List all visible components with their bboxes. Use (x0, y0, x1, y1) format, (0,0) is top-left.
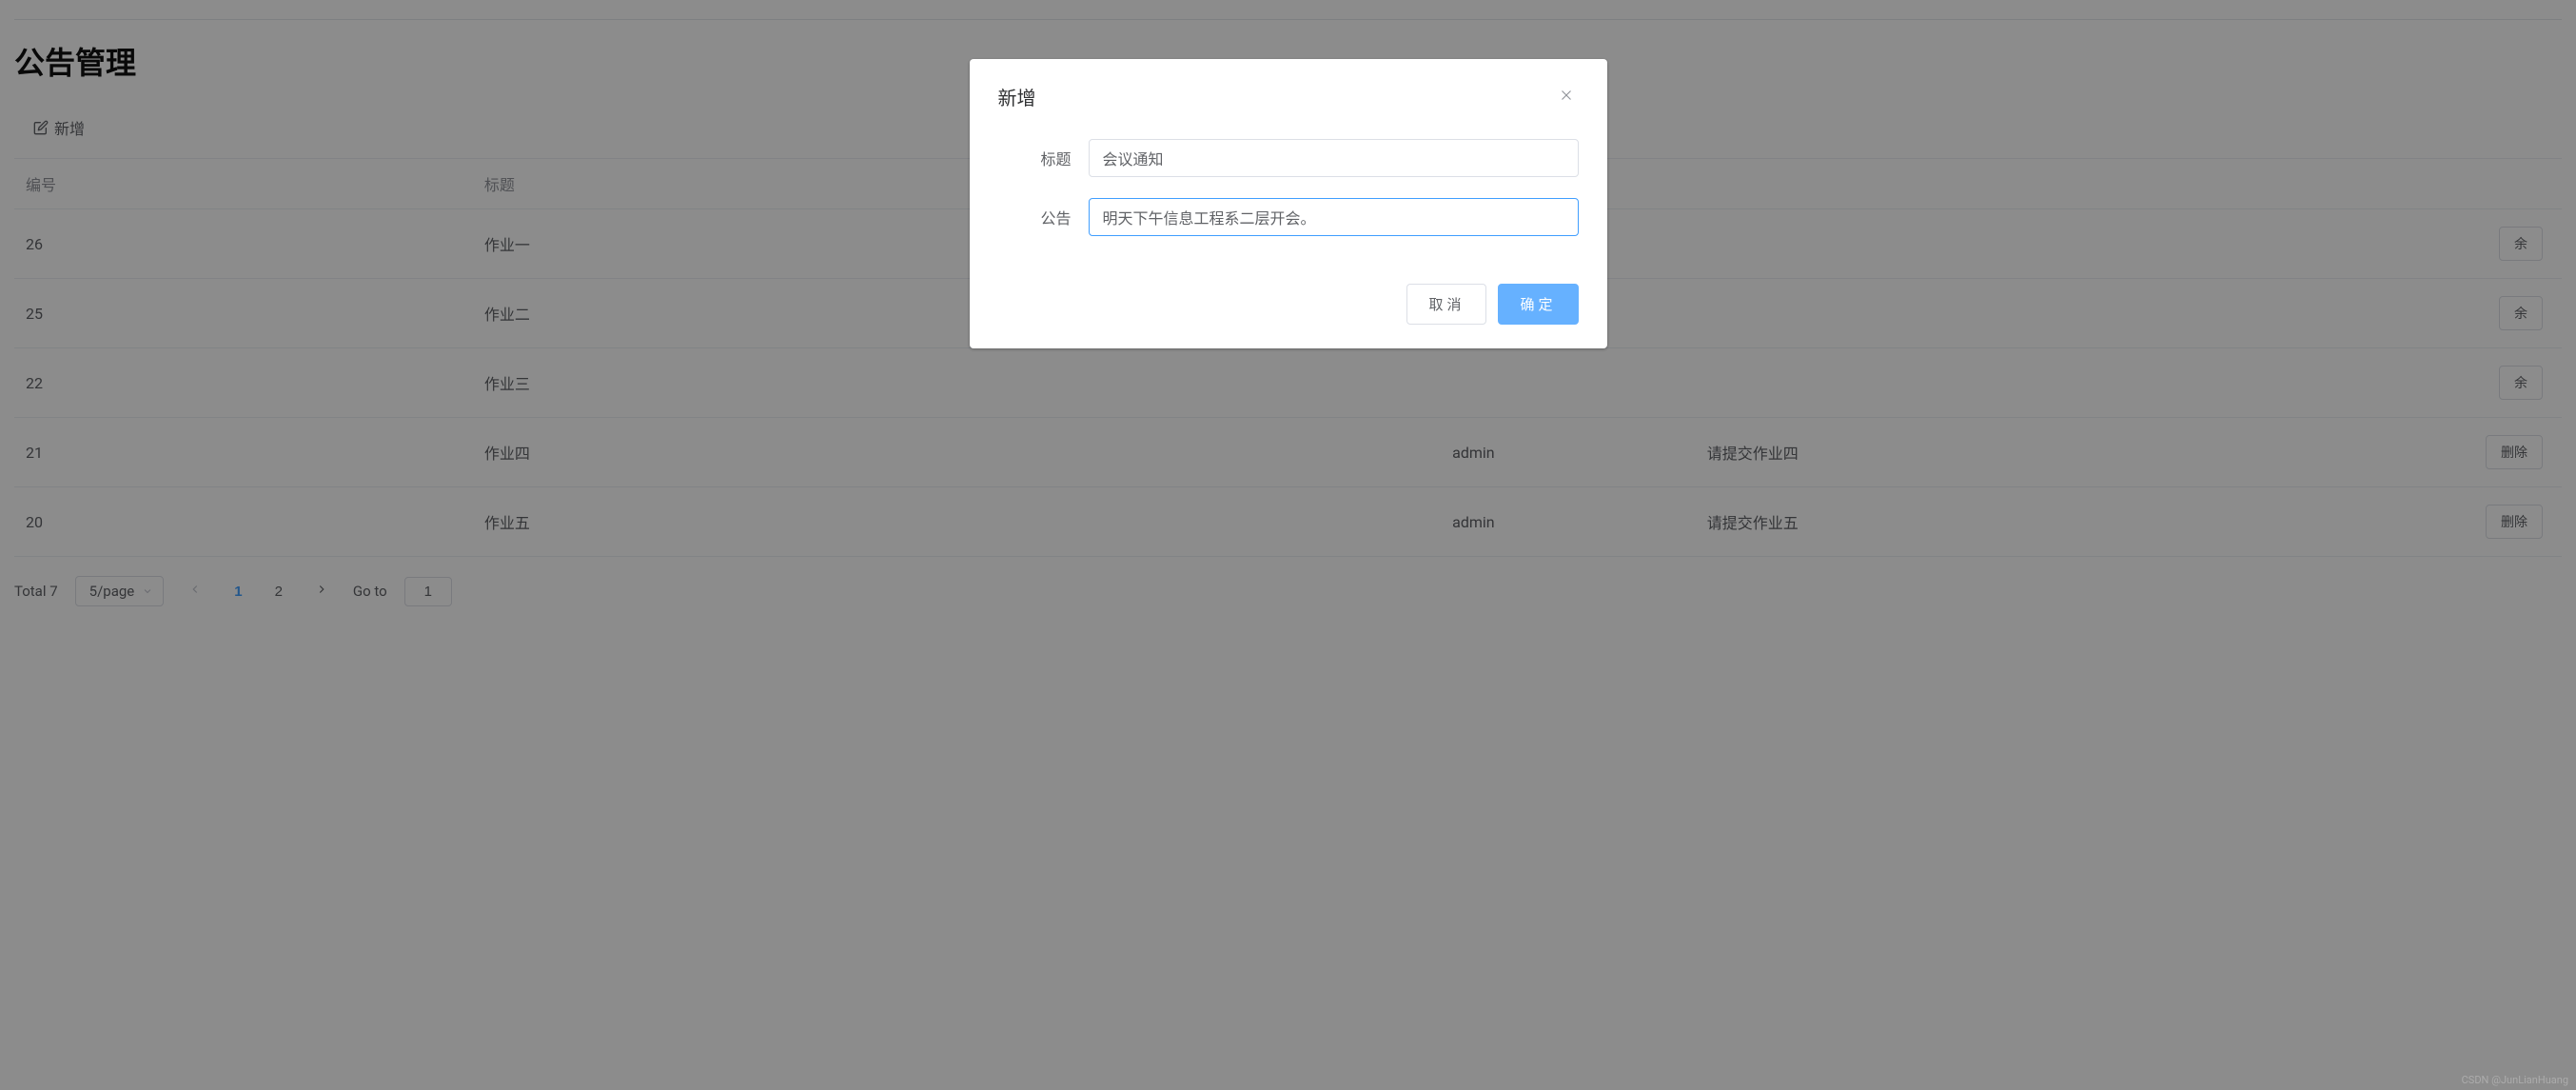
title-input[interactable] (1089, 139, 1579, 177)
content-input[interactable] (1089, 198, 1579, 236)
modal-overlay[interactable]: 新增 标题 公告 取消 确定 (0, 0, 2576, 1090)
form-row-title: 标题 (998, 139, 1579, 177)
title-label: 标题 (998, 147, 1089, 169)
dialog-footer: 取消 确定 (998, 284, 1579, 325)
content-label: 公告 (998, 206, 1089, 228)
close-icon (1558, 87, 1575, 104)
dialog-title: 新增 (998, 83, 1036, 110)
confirm-button[interactable]: 确定 (1498, 284, 1578, 325)
add-dialog: 新增 标题 公告 取消 确定 (970, 59, 1607, 348)
form-row-content: 公告 (998, 198, 1579, 236)
close-button[interactable] (1554, 83, 1579, 110)
cancel-button[interactable]: 取消 (1406, 284, 1486, 325)
dialog-header: 新增 (998, 83, 1579, 110)
watermark: CSDN @JunLianHuang (2462, 1074, 2568, 1086)
